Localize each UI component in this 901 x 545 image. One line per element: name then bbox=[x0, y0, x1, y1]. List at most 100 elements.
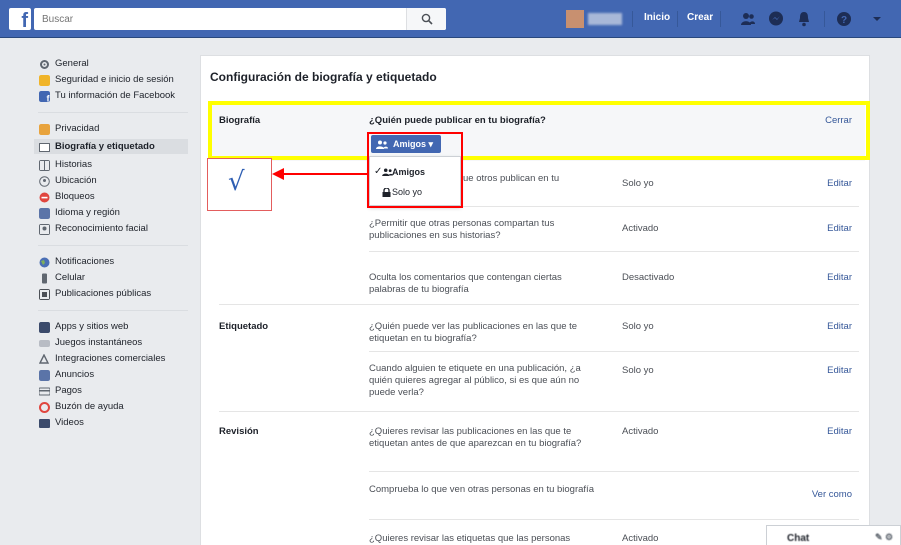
sidebar-item-instant-games[interactable]: Juegos instantáneos bbox=[38, 337, 188, 348]
nav-inicio-link[interactable]: Inicio bbox=[644, 12, 670, 23]
timeline-icon bbox=[39, 143, 50, 152]
sidebar-item-stories[interactable]: Historias bbox=[38, 159, 188, 171]
ads-icon bbox=[39, 370, 50, 381]
annotation-sqrt-symbol: √ bbox=[228, 167, 245, 197]
setting-value: Desactivado bbox=[622, 272, 675, 283]
sidebar-item-location[interactable]: Ubicación bbox=[38, 175, 188, 187]
setting-question: ¿Quieres revisar las etiquetas que las p… bbox=[369, 533, 571, 544]
sidebar-item-business-integrations[interactable]: Integraciones comerciales bbox=[38, 353, 188, 364]
svg-text:f: f bbox=[47, 94, 51, 103]
chat-tab[interactable]: Chat ✎ ⚙ bbox=[766, 525, 901, 545]
sidebar-item-face-recognition[interactable]: Reconocimiento facial bbox=[38, 223, 188, 235]
view-as-link[interactable]: Ver como bbox=[812, 489, 852, 500]
edit-link[interactable]: Editar bbox=[827, 321, 852, 332]
shield-icon bbox=[39, 75, 50, 86]
profile-link[interactable] bbox=[566, 10, 622, 28]
sidebar-item-label: Apps y sitios web bbox=[55, 321, 129, 332]
sidebar-item-label: Bloqueos bbox=[55, 191, 95, 202]
sidebar-item-support-inbox[interactable]: Buzón de ayuda bbox=[38, 401, 188, 413]
edit-link[interactable]: Editar bbox=[827, 178, 852, 189]
sidebar-item-general[interactable]: General bbox=[38, 58, 188, 69]
section-label-revision: Revisión bbox=[219, 426, 259, 437]
chat-options-icon[interactable]: ✎ ⚙ bbox=[875, 532, 893, 543]
sidebar-group-apps: Apps y sitios web Juegos instantáneos In… bbox=[38, 321, 188, 439]
setting-value: Solo yo bbox=[622, 178, 654, 189]
sidebar-item-label: Publicaciones públicas bbox=[55, 288, 152, 299]
nav-divider bbox=[632, 11, 633, 27]
edit-link[interactable]: Editar bbox=[827, 365, 852, 376]
sidebar-item-public-posts[interactable]: Publicaciones públicas bbox=[38, 288, 188, 300]
avatar bbox=[566, 10, 584, 28]
sidebar-item-label: Idioma y región bbox=[55, 207, 120, 218]
friend-requests-icon[interactable] bbox=[740, 11, 756, 27]
setting-value: Activado bbox=[622, 533, 659, 544]
sidebar-item-blocking[interactable]: Bloqueos bbox=[38, 191, 188, 203]
sidebar-item-label: Ubicación bbox=[55, 175, 97, 186]
sidebar-item-label: Privacidad bbox=[55, 123, 100, 134]
messenger-icon[interactable] bbox=[768, 11, 784, 27]
setting-value: Solo yo bbox=[622, 321, 654, 332]
help-icon bbox=[39, 402, 50, 413]
sidebar-item-label: Celular bbox=[55, 272, 86, 283]
sidebar-item-apps[interactable]: Apps y sitios web bbox=[38, 321, 188, 333]
lock-icon bbox=[39, 124, 50, 135]
facebook-logo-icon[interactable]: f bbox=[9, 8, 31, 30]
notifications-bell-icon[interactable] bbox=[796, 11, 812, 27]
apps-icon bbox=[39, 322, 50, 333]
edit-link[interactable]: Editar bbox=[827, 223, 852, 234]
book-icon bbox=[39, 160, 50, 171]
profile-name-blurred bbox=[588, 13, 622, 25]
sidebar-item-ads[interactable]: Anuncios bbox=[38, 369, 188, 381]
card-icon bbox=[39, 387, 50, 396]
search-button[interactable] bbox=[406, 8, 446, 30]
sidebar-item-notifications[interactable]: Notificaciones bbox=[38, 256, 188, 268]
location-icon bbox=[39, 176, 50, 187]
edit-link[interactable]: Editar bbox=[827, 272, 852, 283]
setting-question: ¿Permitir que otras personas compartan t… bbox=[369, 218, 555, 241]
sidebar-group-privacy: Privacidad Biografía y etiquetado Histor… bbox=[34, 123, 188, 246]
sidebar-item-label: Anuncios bbox=[55, 369, 95, 380]
sidebar-item-label: Notificaciones bbox=[55, 256, 115, 267]
sidebar-item-videos[interactable]: Videos bbox=[38, 417, 188, 428]
sidebar-item-label: Integraciones comerciales bbox=[55, 353, 166, 364]
language-icon bbox=[39, 208, 50, 219]
sidebar-item-payments[interactable]: Pagos bbox=[38, 385, 188, 396]
settings-panel: Configuración de biografía y etiquetado … bbox=[200, 55, 870, 545]
page-title: Configuración de biografía y etiquetado bbox=[210, 70, 437, 84]
section-divider bbox=[219, 411, 859, 412]
setting-value: Activado bbox=[622, 223, 659, 234]
search-icon bbox=[421, 13, 433, 25]
account-menu-chevron-down-icon[interactable] bbox=[872, 11, 882, 27]
sidebar-item-label: Tu información de Facebook bbox=[55, 90, 176, 101]
annotation-arrow-left-icon bbox=[272, 168, 368, 180]
row-divider bbox=[369, 351, 859, 352]
sidebar-item-label: Buzón de ayuda bbox=[55, 401, 124, 412]
search-input[interactable] bbox=[34, 8, 394, 30]
settings-sidebar: General Seguridad e inicio de sesión f T… bbox=[34, 58, 188, 449]
annotation-check-box: √ bbox=[207, 158, 272, 211]
sidebar-item-language[interactable]: Idioma y región bbox=[38, 207, 188, 219]
search-box[interactable] bbox=[34, 8, 446, 30]
setting-question: Comprueba lo que ven otras personas en t… bbox=[369, 484, 594, 495]
sidebar-item-mobile[interactable]: Celular bbox=[38, 272, 188, 284]
sidebar-item-label: Videos bbox=[55, 417, 84, 428]
nav-crear-link[interactable]: Crear bbox=[687, 12, 713, 23]
sidebar-item-security[interactable]: Seguridad e inicio de sesión bbox=[38, 74, 188, 86]
help-question-icon[interactable]: ? bbox=[836, 11, 852, 27]
phone-icon bbox=[42, 273, 47, 284]
section-label-etiquetado: Etiquetado bbox=[219, 321, 269, 332]
setting-question: Cuando alguien te etiquete en una public… bbox=[369, 363, 581, 398]
sidebar-item-your-information[interactable]: f Tu información de Facebook bbox=[38, 90, 188, 102]
sidebar-item-label: Juegos instantáneos bbox=[55, 337, 143, 348]
sidebar-item-timeline-tagging[interactable]: Biografía y etiquetado bbox=[34, 139, 188, 154]
sidebar-item-label: Seguridad e inicio de sesión bbox=[55, 74, 174, 85]
setting-value: Solo yo bbox=[622, 365, 654, 376]
sidebar-item-privacy[interactable]: Privacidad bbox=[38, 123, 188, 135]
setting-value: Activado bbox=[622, 426, 659, 437]
setting-question: ¿Quieres revisar las publicaciones en la… bbox=[369, 426, 582, 449]
setting-question: Oculta los comentarios que contengan cie… bbox=[369, 272, 562, 295]
sidebar-group-account: General Seguridad e inicio de sesión f T… bbox=[38, 58, 188, 113]
edit-link[interactable]: Editar bbox=[827, 426, 852, 437]
sidebar-item-label: Reconocimiento facial bbox=[55, 223, 148, 234]
facebook-icon: f bbox=[39, 91, 50, 102]
